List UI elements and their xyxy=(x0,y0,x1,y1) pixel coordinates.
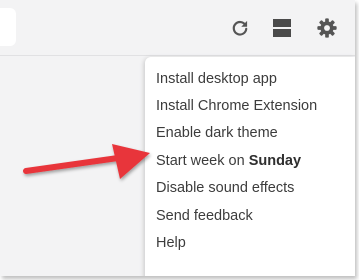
top-toolbar xyxy=(0,0,355,56)
menu-item-disable-sound-effects[interactable]: Disable sound effects xyxy=(156,176,294,200)
menu-item-label: Install Chrome Extension xyxy=(156,98,318,114)
menu-item-label: Enable dark theme xyxy=(156,125,278,141)
menu-item-label: Help xyxy=(156,235,186,251)
menu-item-label: Send feedback xyxy=(156,208,253,224)
layout-icon[interactable] xyxy=(270,16,294,40)
menu-item-send-feedback[interactable]: Send feedback xyxy=(156,204,253,228)
refresh-icon[interactable] xyxy=(228,16,252,40)
red-arrow-annotation xyxy=(23,144,150,179)
menu-item-label: Install desktop app xyxy=(156,71,277,87)
menu-item-install-chrome-extension[interactable]: Install Chrome Extension xyxy=(156,94,317,118)
menu-item-label: Disable sound effects xyxy=(156,180,295,196)
toolbar-divider xyxy=(0,55,355,56)
search-input[interactable] xyxy=(0,8,16,46)
menu-item-enable-dark-theme[interactable]: Enable dark theme xyxy=(156,121,278,145)
menu-item-label-bold: Sunday xyxy=(248,153,302,169)
settings-dropdown-menu: Install desktop app Install Chrome Exten… xyxy=(145,57,355,276)
menu-item-start-week[interactable]: Start week on Sunday xyxy=(156,149,301,173)
gear-icon[interactable] xyxy=(315,16,339,40)
menu-item-install-desktop-app[interactable]: Install desktop app xyxy=(156,67,277,91)
menu-item-label: Start week on xyxy=(156,153,249,169)
menu-item-help[interactable]: Help xyxy=(156,231,186,255)
